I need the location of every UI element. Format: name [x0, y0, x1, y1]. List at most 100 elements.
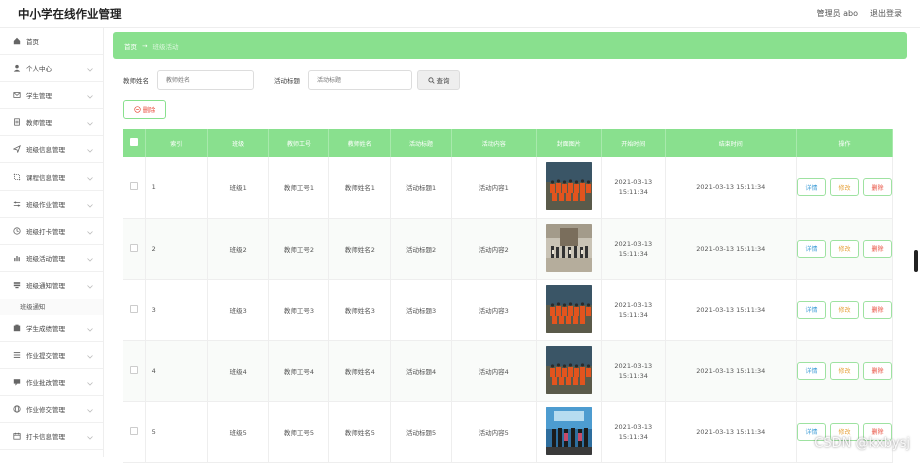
- sidebar-item-11[interactable]: 作业提交管理: [0, 342, 103, 369]
- sidebar-item-1[interactable]: 个人中心: [0, 55, 103, 82]
- teacher-name-input[interactable]: [157, 70, 254, 90]
- detail-button[interactable]: 详情: [797, 301, 826, 319]
- chevron-down-icon: [87, 120, 93, 124]
- cell-content: 活动内容4: [451, 340, 536, 401]
- sidebar-item-label: 课程信息管理: [26, 172, 65, 182]
- cell-teacher-name: 教师姓名4: [329, 340, 391, 401]
- sidebar-subitem[interactable]: 班级通知: [0, 299, 103, 315]
- sidebar-item-label: 个人中心: [26, 63, 52, 73]
- sidebar-item-10[interactable]: 学生成绩管理: [0, 315, 103, 342]
- chevron-down-icon: [87, 326, 93, 330]
- sidebar-item-9[interactable]: 班级通知管理: [0, 272, 103, 299]
- sidebar-item-label: 班级作业管理: [26, 199, 65, 209]
- row-checkbox[interactable]: [130, 366, 138, 374]
- cell-cover: [536, 401, 602, 462]
- batch-delete-button[interactable]: 删除: [123, 100, 166, 119]
- chevron-down-icon: [87, 66, 93, 70]
- cell-start-time: 2021-03-13 15:11:34: [602, 279, 666, 340]
- start-time: 2021-03-13 15:11:34: [602, 422, 665, 442]
- cell-actions: 详情修改删除: [797, 340, 893, 401]
- cell-teacher-no: 教师工号1: [269, 157, 329, 218]
- column-header[interactable]: 活动标题: [391, 129, 452, 157]
- edit-button[interactable]: 修改: [830, 301, 859, 319]
- sidebar-item-2[interactable]: 学生管理: [0, 82, 103, 109]
- user-label[interactable]: 管理员 abo: [817, 8, 858, 19]
- sidebar-item-label: 班级打卡管理: [26, 226, 65, 236]
- user-icon: [12, 64, 21, 73]
- app-title: 中小学在线作业管理: [18, 6, 122, 22]
- select-all-checkbox[interactable]: [130, 138, 138, 146]
- end-time: 2021-03-13 15:11:34: [666, 427, 796, 437]
- delete-button[interactable]: 删除: [863, 178, 892, 196]
- globe-icon: [12, 405, 21, 414]
- sidebar-item-5[interactable]: 课程信息管理: [0, 163, 103, 190]
- column-header[interactable]: 结束时间: [665, 129, 796, 157]
- cell-title: 活动标题4: [391, 340, 452, 401]
- top-bar: 中小学在线作业管理 管理员 abo 退出登录: [0, 0, 920, 28]
- cell-teacher-no: 教师工号4: [269, 340, 329, 401]
- delete-button[interactable]: 删除: [863, 362, 892, 380]
- sidebar-item-14[interactable]: 打卡信息管理: [0, 423, 103, 450]
- sidebar-item-0[interactable]: 首页: [0, 28, 103, 55]
- column-header[interactable]: 活动内容: [451, 129, 536, 157]
- column-header[interactable]: 索引: [145, 129, 207, 157]
- cell-class: 班级4: [207, 340, 269, 401]
- cell-title: 活动标题2: [391, 218, 452, 279]
- logout-button[interactable]: 退出登录: [870, 8, 902, 19]
- column-header[interactable]: 教师姓名: [329, 129, 391, 157]
- search-icon: [428, 77, 435, 84]
- cell-actions: 详情修改删除: [797, 157, 893, 218]
- query-button[interactable]: 查询: [417, 70, 460, 90]
- row-checkbox[interactable]: [130, 305, 138, 313]
- cover-image: [546, 162, 592, 210]
- calendar-icon: [12, 432, 21, 441]
- activity-title-label: 活动标题: [274, 75, 300, 85]
- cell-actions: 详情修改删除: [797, 279, 893, 340]
- chevron-down-icon: [87, 229, 93, 233]
- row-checkbox[interactable]: [130, 427, 138, 435]
- breadcrumb-home[interactable]: 首页: [124, 41, 137, 51]
- cell-index: 1: [145, 157, 207, 218]
- chevron-down-icon: [87, 434, 93, 438]
- column-header[interactable]: 班级: [207, 129, 269, 157]
- column-header[interactable]: 封面图片: [536, 129, 602, 157]
- sidebar-item-8[interactable]: 班级活动管理: [0, 245, 103, 272]
- sidebar-item-4[interactable]: 班级信息管理: [0, 136, 103, 163]
- delete-icon: [134, 106, 141, 113]
- detail-button[interactable]: 详情: [797, 240, 826, 258]
- row-checkbox[interactable]: [130, 244, 138, 252]
- detail-button[interactable]: 详情: [797, 362, 826, 380]
- cover-image: [546, 285, 592, 333]
- home-icon: [12, 37, 21, 46]
- sidebar-item-6[interactable]: 班级作业管理: [0, 191, 103, 218]
- edit-button[interactable]: 修改: [830, 362, 859, 380]
- sidebar-item-12[interactable]: 作业批改管理: [0, 369, 103, 396]
- select-all-cell: [123, 129, 145, 157]
- sidebar-item-label: 学生管理: [26, 90, 52, 100]
- column-header[interactable]: 操作: [797, 129, 893, 157]
- column-header[interactable]: 开始时间: [602, 129, 666, 157]
- delete-button[interactable]: 删除: [863, 240, 892, 258]
- cell-start-time: 2021-03-13 15:11:34: [602, 340, 666, 401]
- cover-image: [546, 407, 592, 455]
- row-checkbox[interactable]: [130, 182, 138, 190]
- scrollbar-thumb[interactable]: [914, 250, 918, 272]
- chevron-down-icon: [87, 202, 93, 206]
- sidebar: 首页个人中心学生管理教师管理班级信息管理课程信息管理班级作业管理班级打卡管理班级…: [0, 28, 104, 457]
- end-time: 2021-03-13 15:11:34: [666, 244, 796, 254]
- sidebar-item-label: 学生成绩管理: [26, 323, 65, 333]
- edit-button[interactable]: 修改: [830, 178, 859, 196]
- chevron-down-icon: [87, 256, 93, 260]
- sidebar-item-13[interactable]: 作业修交管理: [0, 396, 103, 423]
- activity-title-input[interactable]: [308, 70, 412, 90]
- column-header[interactable]: 教师工号: [269, 129, 329, 157]
- cell-cover: [536, 340, 602, 401]
- start-time: 2021-03-13 15:11:34: [602, 361, 665, 381]
- sidebar-item-7[interactable]: 班级打卡管理: [0, 218, 103, 245]
- cell-class: 班级5: [207, 401, 269, 462]
- delete-button[interactable]: 删除: [863, 301, 892, 319]
- edit-button[interactable]: 修改: [830, 240, 859, 258]
- batch-delete-label: 删除: [143, 105, 156, 114]
- detail-button[interactable]: 详情: [797, 178, 826, 196]
- sidebar-item-3[interactable]: 教师管理: [0, 109, 103, 136]
